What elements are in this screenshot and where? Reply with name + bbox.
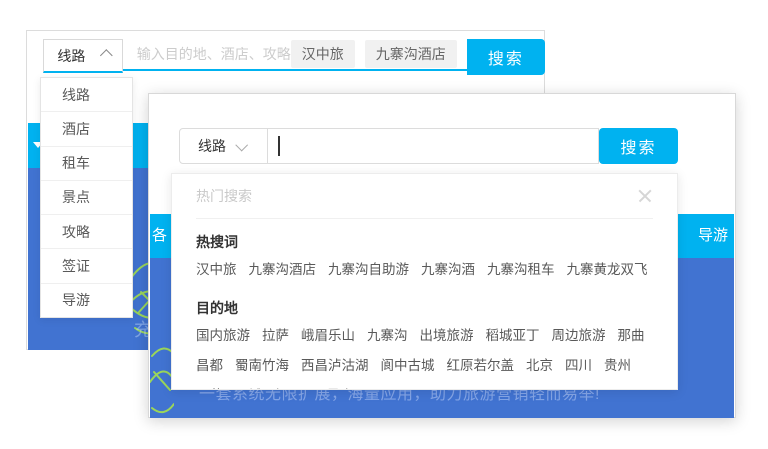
- hot-search-link[interactable]: 拉萨: [262, 328, 289, 343]
- popup-section-heading: 目的地: [196, 298, 653, 318]
- front-search-card: 线路 搜索 各 导游: [148, 93, 736, 418]
- hot-search-link[interactable]: 峨眉乐山: [301, 328, 355, 343]
- dropdown-option[interactable]: 攻略: [41, 214, 132, 248]
- front-search-bar: 线路 搜索: [179, 128, 678, 164]
- hot-search-popup: 热门搜索 热搜词汉中旅九寨沟酒店九寨沟自助游九寨沟酒九寨沟租车九寨黄龙双飞目的地…: [171, 173, 678, 390]
- front-search-input[interactable]: [268, 128, 599, 164]
- hot-search-link[interactable]: 周边旅游: [552, 328, 606, 343]
- hot-search-link[interactable]: 蜀南竹海: [235, 358, 289, 373]
- hot-search-link[interactable]: 九寨沟租车: [487, 262, 555, 277]
- front-category-selector[interactable]: 线路: [179, 128, 268, 164]
- dropdown-option[interactable]: 租车: [41, 146, 132, 180]
- history-tags: 汉中旅九寨沟酒店: [291, 40, 467, 68]
- hot-search-link[interactable]: 出境旅游: [420, 328, 474, 343]
- popup-link-row: 国内旅游拉萨峨眉乐山九寨沟出境旅游稻城亚丁周边旅游那曲: [196, 321, 653, 351]
- back-search-input[interactable]: 输入目的地、酒店、攻略 汉中旅九寨沟酒店: [123, 39, 467, 71]
- popup-link-row: 汉中旅九寨沟酒店九寨沟自助游九寨沟酒九寨沟租车九寨黄龙双飞: [196, 255, 653, 285]
- hot-search-link[interactable]: 西城: [235, 388, 262, 390]
- hot-search-link[interactable]: 国内旅游: [196, 328, 250, 343]
- hot-search-link[interactable]: 朝阳: [274, 388, 301, 390]
- front-search-button[interactable]: 搜索: [599, 128, 678, 164]
- back-category-selector[interactable]: 线路: [43, 39, 123, 73]
- hot-search-link[interactable]: 西藏: [196, 388, 223, 390]
- category-dropdown-menu: 线路酒店租车景点攻略签证导游: [40, 77, 133, 318]
- nav-item-partial-label: 各: [152, 214, 167, 258]
- nav-item-guide[interactable]: 导游: [698, 214, 728, 258]
- hot-search-link[interactable]: 九寨黄龙双飞: [567, 262, 648, 277]
- hot-search-link[interactable]: 稻城亚丁: [486, 328, 540, 343]
- popup-sections: 热搜词汉中旅九寨沟酒店九寨沟自助游九寨沟酒九寨沟租车九寨黄龙双飞目的地国内旅游拉…: [196, 232, 653, 390]
- text-caret: [278, 136, 280, 156]
- dropdown-option[interactable]: 景点: [41, 180, 132, 214]
- hot-search-link[interactable]: 九寨沟酒: [421, 262, 475, 277]
- hot-search-link[interactable]: 阆中古城: [381, 358, 435, 373]
- back-search-bar: 线路 输入目的地、酒店、攻略 汉中旅九寨沟酒店 搜索: [43, 39, 545, 75]
- back-input-placeholder: 输入目的地、酒店、攻略: [137, 44, 291, 64]
- hot-search-link[interactable]: 九寨沟自助游: [328, 262, 409, 277]
- hot-search-link[interactable]: 九寨沟酒店: [249, 262, 317, 277]
- hot-search-link[interactable]: 汉中旅: [196, 262, 237, 277]
- travel-search-widget-demo: 线路 输入目的地、酒店、攻略 汉中旅九寨沟酒店 搜索 充: [0, 0, 768, 449]
- hot-search-link[interactable]: 石景山: [313, 388, 354, 390]
- dropdown-option[interactable]: 导游: [41, 283, 132, 317]
- dropdown-option[interactable]: 签证: [41, 248, 132, 282]
- popup-link-row: 西藏 西城 朝阳 石景山: [196, 381, 653, 390]
- popup-section-heading: 热搜词: [196, 232, 653, 252]
- hot-search-link[interactable]: 西昌泸沽湖: [301, 358, 369, 373]
- back-category-label: 线路: [57, 46, 85, 66]
- chevron-down-icon: [235, 138, 248, 151]
- hot-search-link[interactable]: 九寨沟: [367, 328, 408, 343]
- hot-search-link[interactable]: 北京: [526, 358, 553, 373]
- hot-search-link[interactable]: 四川: [565, 358, 592, 373]
- close-icon[interactable]: [637, 188, 653, 204]
- popup-header: 热门搜索: [196, 174, 653, 219]
- hot-search-link[interactable]: 昌都: [196, 358, 223, 373]
- popup-title: 热门搜索: [196, 186, 252, 206]
- history-tag[interactable]: 九寨沟酒店: [365, 40, 457, 68]
- chevron-up-icon: [100, 49, 113, 62]
- hot-search-link[interactable]: 红原若尔盖: [447, 358, 515, 373]
- dropdown-option[interactable]: 线路: [41, 78, 132, 111]
- front-category-label: 线路: [198, 136, 226, 156]
- hot-search-link[interactable]: 贵州: [604, 358, 631, 373]
- popup-link-row: 昌都蜀南竹海西昌泸沽湖阆中古城红原若尔盖北京四川贵州: [196, 351, 653, 381]
- history-tag[interactable]: 汉中旅: [291, 40, 355, 68]
- back-search-button[interactable]: 搜索: [467, 39, 545, 75]
- dropdown-option[interactable]: 酒店: [41, 111, 132, 145]
- hot-search-link[interactable]: 那曲: [618, 328, 645, 343]
